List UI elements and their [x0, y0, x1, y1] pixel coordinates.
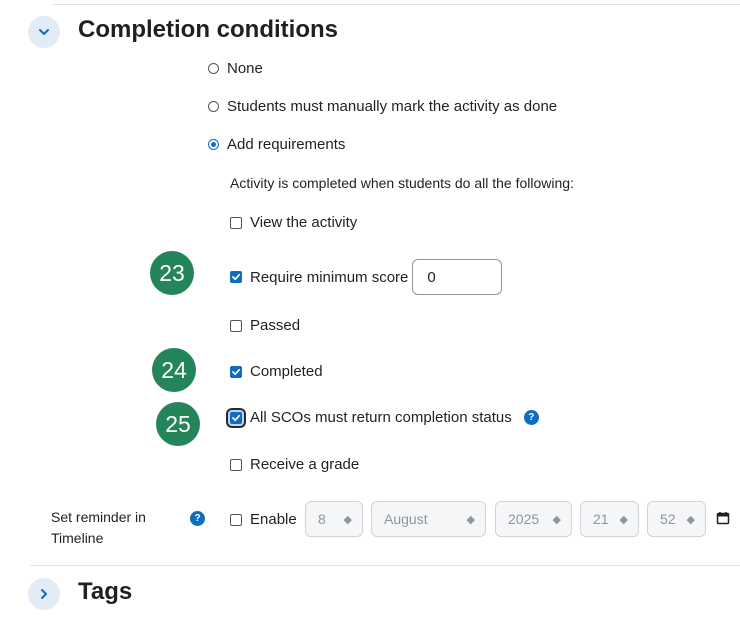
chevron-right-icon	[41, 589, 47, 599]
question-circle-icon[interactable]: ?	[190, 511, 205, 526]
day-select[interactable]: 8 ◆	[305, 501, 363, 537]
year-select[interactable]: 2025 ◆	[495, 501, 572, 537]
passed-row[interactable]: Passed	[230, 317, 300, 334]
reminder-enable-row[interactable]: Enable	[230, 511, 297, 528]
hour-select[interactable]: 21 ◆	[580, 501, 639, 537]
chevron-down-icon	[39, 29, 49, 35]
all-scos-label: All SCOs must return completion status	[250, 409, 512, 426]
updown-icon: ◆	[552, 513, 561, 526]
step-badge-24: 24	[152, 348, 196, 392]
minute-select[interactable]: 52 ◆	[647, 501, 706, 537]
year-value: 2025	[508, 511, 540, 527]
radio-manual-row[interactable]: Students must manually mark the activity…	[208, 98, 557, 115]
all-scos-checkbox[interactable]	[226, 407, 246, 428]
section-title-tags: Tags	[78, 578, 133, 605]
passed-checkbox[interactable]	[230, 319, 242, 332]
receive-grade-checkbox[interactable]	[230, 458, 242, 471]
radio-manual[interactable]	[208, 101, 219, 112]
section-divider	[30, 565, 740, 566]
expand-tags-button[interactable]	[28, 578, 60, 610]
reminder-enable-label: Enable	[250, 511, 297, 528]
receive-grade-label: Receive a grade	[250, 456, 360, 473]
top-divider	[52, 4, 740, 5]
step-badge-23: 23	[150, 251, 194, 295]
collapse-completion-button[interactable]	[28, 16, 60, 48]
radio-requirements[interactable]	[208, 139, 219, 150]
reminder-label: Set reminder in Timeline	[51, 509, 146, 546]
requirements-intro: Activity is completed when students do a…	[230, 175, 574, 191]
passed-label: Passed	[250, 317, 301, 334]
min-score-label: Require minimum score	[250, 268, 409, 286]
radio-none-label: None	[227, 60, 263, 77]
view-activity-checkbox[interactable]	[230, 216, 242, 229]
updown-icon: ◆	[619, 513, 628, 526]
updown-icon: ◆	[686, 513, 695, 526]
reminder-enable-checkbox[interactable]	[230, 513, 242, 526]
radio-requirements-row[interactable]: Add requirements	[208, 136, 345, 153]
question-circle-icon[interactable]: ?	[523, 410, 539, 425]
all-scos-row[interactable]: All SCOs must return completion status ?	[226, 407, 539, 428]
check-icon	[232, 368, 241, 375]
min-score-input[interactable]: 0	[412, 259, 503, 295]
radio-none[interactable]	[208, 63, 219, 74]
radio-manual-label: Students must manually mark the activity…	[227, 98, 558, 115]
updown-icon: ◆	[466, 513, 475, 526]
updown-icon: ◆	[343, 513, 352, 526]
month-value: August	[384, 511, 428, 527]
calendar-icon[interactable]	[716, 511, 730, 525]
check-icon	[232, 414, 241, 421]
view-activity-label: View the activity	[250, 214, 358, 231]
min-score-row[interactable]: Require minimum score 0	[230, 259, 503, 295]
section-title-completion: Completion conditions	[78, 16, 338, 43]
check-icon	[232, 273, 241, 281]
min-score-checkbox[interactable]	[230, 271, 242, 283]
view-activity-row[interactable]: View the activity	[230, 214, 357, 231]
receive-grade-row[interactable]: Receive a grade	[230, 456, 359, 473]
step-badge-25: 25	[156, 402, 200, 446]
completed-row[interactable]: Completed	[230, 363, 323, 380]
completed-label: Completed	[250, 363, 323, 380]
minute-value: 52	[660, 511, 676, 527]
hour-value: 21	[593, 511, 609, 527]
radio-requirements-label: Add requirements	[227, 136, 346, 153]
completed-checkbox[interactable]	[230, 365, 242, 378]
month-select[interactable]: August ◆	[371, 501, 486, 537]
day-value: 8	[318, 511, 326, 527]
radio-none-row[interactable]: None	[208, 60, 263, 77]
